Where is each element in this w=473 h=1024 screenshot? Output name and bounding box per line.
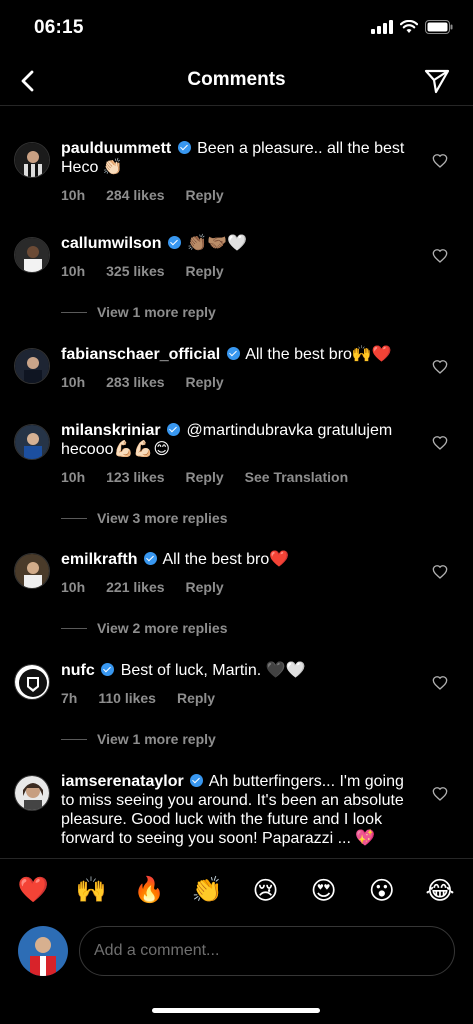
heart-icon[interactable] xyxy=(432,786,448,802)
heart-icon[interactable] xyxy=(432,435,448,451)
avatar[interactable] xyxy=(14,553,50,589)
avatar xyxy=(18,926,68,976)
verified-badge-icon xyxy=(101,663,115,676)
comment-time: 10h xyxy=(61,469,86,485)
nav-bar: Comments xyxy=(0,56,473,106)
avatar[interactable] xyxy=(14,664,50,700)
verified-badge-icon xyxy=(167,236,181,249)
comment-text: fabianschaer_official All the best bro🙌❤… xyxy=(61,345,413,364)
divider xyxy=(61,311,87,313)
comment-text: iamserenataylor Ah butterfingers... I'm … xyxy=(61,772,413,848)
comment-meta: 10h 284 likes Reply xyxy=(61,187,224,203)
comment-time: 10h xyxy=(61,374,86,390)
emoji-raised-hands[interactable]: 🙌 xyxy=(71,876,111,905)
verified-badge-icon xyxy=(190,774,204,787)
divider xyxy=(61,517,87,519)
comment-meta: 7h 110 likes Reply xyxy=(61,690,215,706)
heart-icon[interactable] xyxy=(432,153,448,169)
comment-likes[interactable]: 283 likes xyxy=(106,374,164,390)
comment-username[interactable]: milanskriniar xyxy=(61,422,161,439)
home-indicator xyxy=(152,1008,320,1013)
heart-icon[interactable] xyxy=(432,564,448,580)
comment-text: emilkrafth All the best bro❤️ xyxy=(61,550,413,569)
comment-text: milanskriniar @martindubravka gratulujem… xyxy=(61,421,413,459)
comment-likes[interactable]: 325 likes xyxy=(106,263,164,279)
avatar[interactable] xyxy=(14,142,50,178)
divider xyxy=(61,738,87,740)
emoji-fire[interactable]: 🔥 xyxy=(129,876,169,905)
avatar[interactable] xyxy=(14,775,50,811)
wifi-icon xyxy=(400,20,418,33)
comment-meta: 10h 325 likes Reply xyxy=(61,263,224,279)
comment-time: 7h xyxy=(61,690,78,706)
comment-input[interactable] xyxy=(79,926,455,976)
view-more-replies[interactable]: View 1 more reply xyxy=(61,731,216,747)
reply-button[interactable]: Reply xyxy=(186,374,224,390)
signal-icon xyxy=(371,20,393,34)
reply-button[interactable]: Reply xyxy=(186,187,224,203)
emoji-crying[interactable]: 😢 xyxy=(246,876,286,906)
view-more-replies-label: View 1 more reply xyxy=(97,731,216,747)
comment-text: paulduummett Been a pleasure.. all the b… xyxy=(61,139,413,177)
comment-username[interactable]: paulduummett xyxy=(61,140,171,157)
comment-username[interactable]: nufc xyxy=(61,662,95,679)
comments-list[interactable]: paulduummett Been a pleasure.. all the b… xyxy=(0,106,473,858)
paper-plane-icon[interactable] xyxy=(423,67,451,95)
avatar[interactable] xyxy=(14,424,50,460)
reply-button[interactable]: Reply xyxy=(177,690,215,706)
see-translation-button[interactable]: See Translation xyxy=(245,469,348,485)
divider xyxy=(61,627,87,629)
avatar[interactable] xyxy=(14,237,50,273)
comment-username[interactable]: iamserenataylor xyxy=(61,773,184,790)
verified-badge-icon xyxy=(177,141,191,154)
comment-time: 10h xyxy=(61,187,86,203)
emoji-laughing[interactable]: 😂 xyxy=(420,876,460,906)
emoji-heart[interactable]: ❤️ xyxy=(13,876,53,905)
comment-body: All the best bro❤️ xyxy=(162,551,290,568)
comment-time: 10h xyxy=(61,579,86,595)
comment-time: 10h xyxy=(61,263,86,279)
page-title: Comments xyxy=(187,69,286,90)
verified-badge-icon xyxy=(167,423,181,436)
comment-likes[interactable]: 110 likes xyxy=(98,690,156,706)
reply-button[interactable]: Reply xyxy=(186,263,224,279)
status-bar: 06:15 xyxy=(0,0,473,56)
reply-button[interactable]: Reply xyxy=(186,579,224,595)
comment-likes[interactable]: 284 likes xyxy=(106,187,164,203)
comment-body: Best of luck, Martin. 🖤🤍 xyxy=(120,662,306,679)
comment-username[interactable]: callumwilson xyxy=(61,235,161,252)
heart-icon[interactable] xyxy=(432,359,448,375)
heart-icon[interactable] xyxy=(432,248,448,264)
emoji-clapping[interactable]: 👏 xyxy=(187,876,227,905)
reply-button[interactable]: Reply xyxy=(186,469,224,485)
comment-meta: 10h 221 likes Reply xyxy=(61,579,224,595)
view-more-replies-label: View 2 more replies xyxy=(97,620,228,636)
view-more-replies-label: View 1 more reply xyxy=(97,304,216,320)
emoji-surprised[interactable]: 😮 xyxy=(362,876,402,906)
status-icons xyxy=(371,20,453,34)
view-more-replies[interactable]: View 3 more replies xyxy=(61,510,227,526)
emoji-quick-bar: ❤️ 🙌 🔥 👏 😢 😍 😮 😂 xyxy=(0,858,473,922)
comment-username[interactable]: fabianschaer_official xyxy=(61,346,220,363)
status-time: 06:15 xyxy=(34,17,84,38)
verified-badge-icon xyxy=(226,347,240,360)
view-more-replies-label: View 3 more replies xyxy=(97,510,228,526)
comment-composer xyxy=(0,922,473,982)
view-more-replies[interactable]: View 2 more replies xyxy=(61,620,227,636)
comment-body: All the best bro🙌❤️ xyxy=(245,346,392,363)
view-more-replies[interactable]: View 1 more reply xyxy=(61,304,216,320)
comment-likes[interactable]: 221 likes xyxy=(106,579,164,595)
comment-meta: 10h 283 likes Reply xyxy=(61,374,224,390)
comment-text: nufc Best of luck, Martin. 🖤🤍 xyxy=(61,661,413,680)
comment-text: callumwilson 👏🏽🤝🏽🤍 xyxy=(61,234,413,253)
heart-icon[interactable] xyxy=(432,675,448,691)
battery-icon xyxy=(425,20,453,34)
verified-badge-icon xyxy=(143,552,157,565)
comment-likes[interactable]: 123 likes xyxy=(106,469,164,485)
comment-username[interactable]: emilkrafth xyxy=(61,551,137,568)
avatar[interactable] xyxy=(14,348,50,384)
emoji-heart-eyes[interactable]: 😍 xyxy=(304,876,344,906)
comment-body: 👏🏽🤝🏽🤍 xyxy=(187,235,248,252)
comment-meta: 10h 123 likes Reply See Translation xyxy=(61,469,348,485)
